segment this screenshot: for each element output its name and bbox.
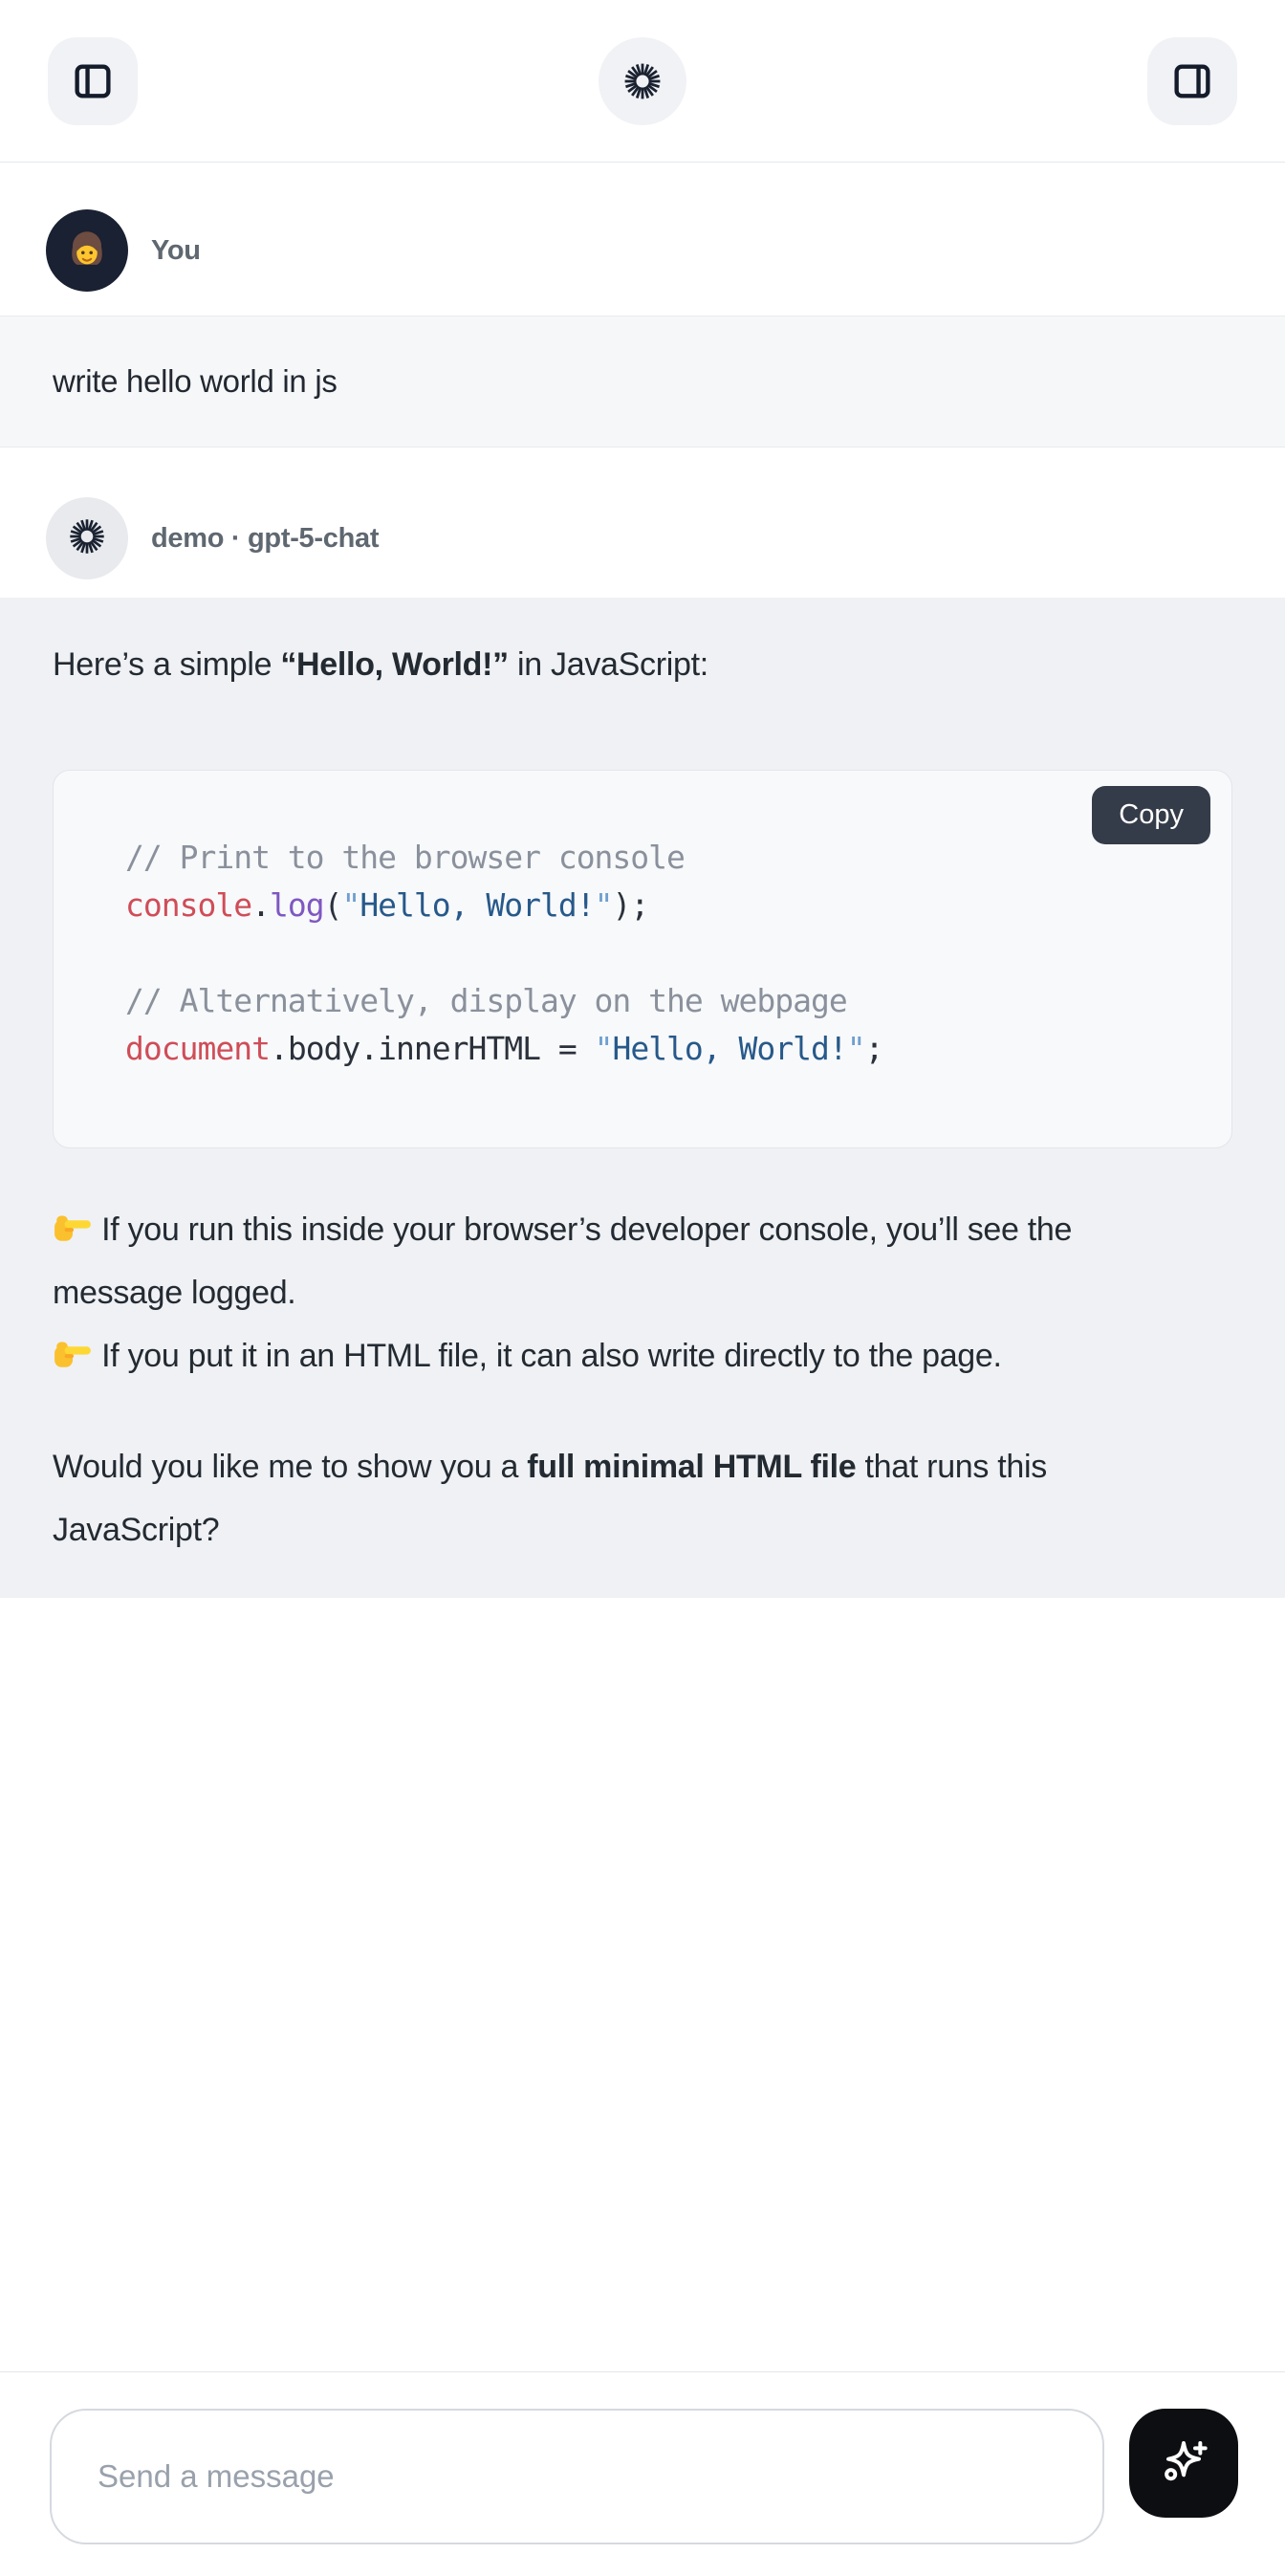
user-message-header: You xyxy=(0,209,1285,292)
right-panel-button[interactable] xyxy=(1147,37,1237,125)
user-message-bubble: write hello world in js xyxy=(0,316,1285,448)
composer-bar xyxy=(0,2371,1285,2576)
starburst-icon xyxy=(618,56,667,106)
copy-code-button[interactable]: Copy xyxy=(1092,786,1210,844)
assistant-tips-text: If you run this inside your browser’s de… xyxy=(53,1198,1209,1387)
user-sender-name: You xyxy=(151,235,201,267)
code-block: Copy // Print to the browser consolecons… xyxy=(53,770,1232,1148)
user-avatar xyxy=(46,209,128,292)
code-line: // Print to the browser console xyxy=(125,834,1193,882)
code-content: // Print to the browser consoleconsole.l… xyxy=(125,834,1193,1073)
tip-line-1: If you run this inside your browser’s de… xyxy=(53,1198,1209,1324)
pointing-right-emoji xyxy=(53,1206,93,1246)
message-input-pill xyxy=(50,2409,1104,2544)
assistant-message-header: demo · gpt-5-chat xyxy=(0,497,1285,579)
sidebar-right-icon xyxy=(1169,58,1215,104)
assistant-model-name: demo · gpt-5-chat xyxy=(151,523,379,555)
code-line xyxy=(125,929,1193,977)
code-line: // Alternatively, display on the webpage xyxy=(125,977,1193,1025)
left-sidebar-button[interactable] xyxy=(48,37,138,125)
ai-send-button[interactable] xyxy=(1129,2409,1238,2518)
tip-line-2: If you put it in an HTML file, it can al… xyxy=(53,1324,1209,1387)
code-line: console.log("Hello, World!"); xyxy=(125,882,1193,929)
assistant-closing-question: Would you like me to show you a full min… xyxy=(53,1435,1209,1561)
person-emoji xyxy=(58,220,116,282)
assistant-avatar xyxy=(46,497,128,579)
model-spark-button[interactable] xyxy=(599,37,686,125)
assistant-message-bubble: Here’s a simple “Hello, World!” in JavaS… xyxy=(0,598,1285,1598)
chat-empty-space xyxy=(0,1598,1285,2371)
top-bar xyxy=(0,0,1285,163)
starburst-icon xyxy=(63,513,111,565)
sparkle-icon xyxy=(1153,2432,1214,2496)
message-input[interactable] xyxy=(98,2458,1056,2495)
user-message-text: write hello world in js xyxy=(53,363,338,400)
code-line: document.body.innerHTML = "Hello, World!… xyxy=(125,1025,1193,1073)
sidebar-left-icon xyxy=(70,58,116,104)
pointing-right-emoji xyxy=(53,1332,93,1372)
assistant-intro-text: Here’s a simple “Hello, World!” in JavaS… xyxy=(53,642,1232,688)
